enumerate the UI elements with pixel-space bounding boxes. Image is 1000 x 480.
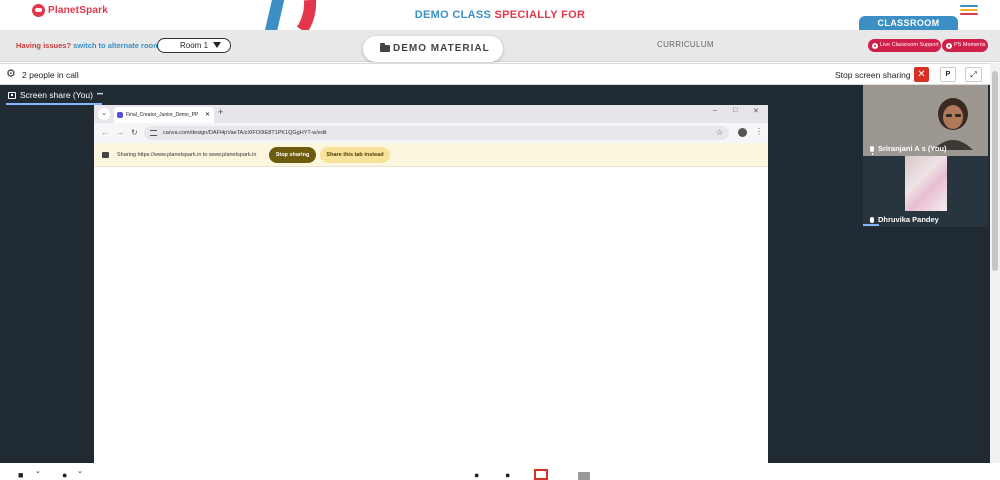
participant-name-label: Sriranjani A s (You)	[870, 144, 947, 155]
camera-icon[interactable]: ■	[18, 471, 23, 480]
stop-present-icon[interactable]	[534, 469, 548, 480]
address-bar[interactable]: canva.com/design/DAFl4pVaeTA/zXlFO0tE8T1…	[144, 126, 729, 140]
gear-icon[interactable]: ⚙	[6, 69, 16, 80]
mic-icon	[870, 145, 874, 155]
participant-name: Dhruvika Pandey	[878, 215, 939, 224]
browser-tab-strip: ⌄ Final_Creator_Junior_Demo_PP ✕ + – □ ✕	[94, 105, 768, 123]
tab-search-icon[interactable]: ⌄	[98, 108, 110, 120]
grid-view-icon[interactable]	[578, 472, 590, 480]
participant-name: Sriranjani A s (You)	[878, 144, 947, 153]
mic-options-chevron-icon[interactable]: ⌄	[77, 467, 83, 476]
stop-sharing-close-button[interactable]: ✕	[914, 67, 929, 82]
classroom-toolbar: Having issues? switch to alternate room …	[0, 30, 1000, 62]
issues-notice: Having issues? switch to alternate room	[16, 41, 160, 50]
curriculum-link[interactable]: CURRICULUM	[657, 40, 714, 49]
call-controls-bar: ■ ⌄ ● ⌄ ● ●	[0, 463, 1000, 480]
tab-classroom[interactable]: CLASSROOM	[859, 16, 958, 30]
demo-material-button[interactable]: DEMO MATERIAL	[363, 36, 503, 62]
camera-options-chevron-icon[interactable]: ⌄	[35, 467, 41, 476]
back-icon[interactable]: ←	[101, 128, 109, 137]
participant-video	[933, 98, 973, 150]
maximize-icon[interactable]: □	[733, 107, 737, 114]
bookmark-star-icon[interactable]: ☆	[716, 126, 723, 140]
participant-tile-other[interactable]: Dhruvika Pandey	[863, 156, 988, 227]
folder-icon	[380, 43, 390, 52]
issues-question: Having issues?	[16, 41, 72, 50]
call-stage: Screen share (You) ••• ⌄ Final_Creator_J…	[0, 85, 990, 480]
share-this-tab-button[interactable]: Share this tab instead	[320, 147, 390, 163]
scrollbar-thumb[interactable]	[992, 71, 998, 271]
address-bar-url: canva.com/design/DAFl4pVaeTA/zXlFO0tE8T1…	[163, 130, 327, 136]
forward-icon[interactable]: →	[116, 128, 124, 137]
speaking-indicator	[863, 224, 879, 226]
switch-room-link[interactable]: switch to alternate room	[73, 41, 160, 50]
participant-video	[905, 156, 947, 211]
mic-icon	[870, 216, 874, 226]
live-support-label: Live Classroom Support	[880, 42, 939, 48]
browser-nav-bar: ← → ↻ canva.com/design/DAFl4pVaeTA/zXlFO…	[94, 123, 768, 143]
support-icon	[872, 42, 878, 49]
close-tab-icon[interactable]: ✕	[205, 107, 210, 123]
ps-moments-label: PS Moments	[954, 42, 986, 48]
title-part-1: DEMO CLASS	[414, 9, 495, 21]
browser-tab[interactable]: Final_Creator_Junior_Demo_PP ✕	[114, 107, 214, 123]
shared-browser-window: ⌄ Final_Creator_Junior_Demo_PP ✕ + – □ ✕…	[94, 105, 768, 463]
reload-icon[interactable]: ↻	[131, 128, 138, 137]
stop-sharing-button[interactable]: Stop sharing	[269, 147, 316, 163]
live-classroom-support-button[interactable]: Live Classroom Support	[868, 39, 941, 52]
chat-icon[interactable]: ●	[505, 471, 510, 480]
sharing-message: Sharing https://www.planetspark.in to ww…	[117, 152, 257, 158]
demo-class-title: DEMO CLASS SPECIALLY FOR	[0, 9, 1000, 21]
demo-material-label: DEMO MATERIAL	[393, 43, 490, 54]
app-header: PlanetSpark DEMO CLASS SPECIALLY FOR CLA…	[0, 0, 1000, 30]
call-header: ⚙ 2 people in call Stop screen sharing ✕…	[0, 63, 990, 85]
site-info-icon[interactable]	[150, 130, 157, 136]
active-tab-indicator	[6, 103, 102, 105]
page-scrollbar[interactable]	[990, 63, 1000, 480]
present-screen-icon	[8, 91, 16, 99]
participant-name-label: Dhruvika Pandey	[870, 215, 939, 226]
screen-share-label: Screen share (You)	[20, 90, 93, 100]
room-select-value: Room 1	[180, 41, 209, 50]
menu-icon[interactable]	[960, 5, 978, 17]
new-tab-icon[interactable]: +	[218, 107, 223, 117]
minimize-icon[interactable]: –	[713, 107, 717, 114]
moments-icon	[946, 42, 952, 49]
canva-favicon-icon	[117, 112, 123, 118]
more-options-icon[interactable]: •••	[97, 92, 103, 98]
sharing-icon	[102, 152, 109, 158]
profile-avatar[interactable]	[738, 128, 747, 137]
video-call-panel: ⚙ 2 people in call Stop screen sharing ✕…	[0, 63, 990, 480]
room-select[interactable]: Room 1	[157, 38, 231, 53]
pin-button[interactable]: P	[940, 67, 956, 82]
browser-tab-title: Final_Creator_Junior_Demo_PP	[126, 112, 199, 118]
close-window-icon[interactable]: ✕	[753, 107, 759, 115]
participant-tile-self[interactable]: Sriranjani A s (You)	[863, 85, 988, 156]
stop-screen-sharing-label: Stop screen sharing	[835, 70, 911, 80]
ps-moments-button[interactable]: PS Moments	[942, 39, 988, 52]
screen-share-tab[interactable]: Screen share (You) •••	[8, 90, 103, 100]
fullscreen-icon[interactable]: ⤢	[965, 67, 982, 82]
person-icon[interactable]: ●	[474, 471, 479, 480]
kebab-menu-icon[interactable]: ⋮	[755, 127, 763, 136]
sharing-infobar: Sharing https://www.planetspark.in to ww…	[94, 143, 768, 167]
caret-down-icon	[213, 42, 221, 48]
title-part-2: SPECIALLY FOR	[494, 9, 586, 21]
people-in-call: 2 people in call	[22, 70, 79, 80]
microphone-icon[interactable]: ●	[62, 471, 67, 480]
